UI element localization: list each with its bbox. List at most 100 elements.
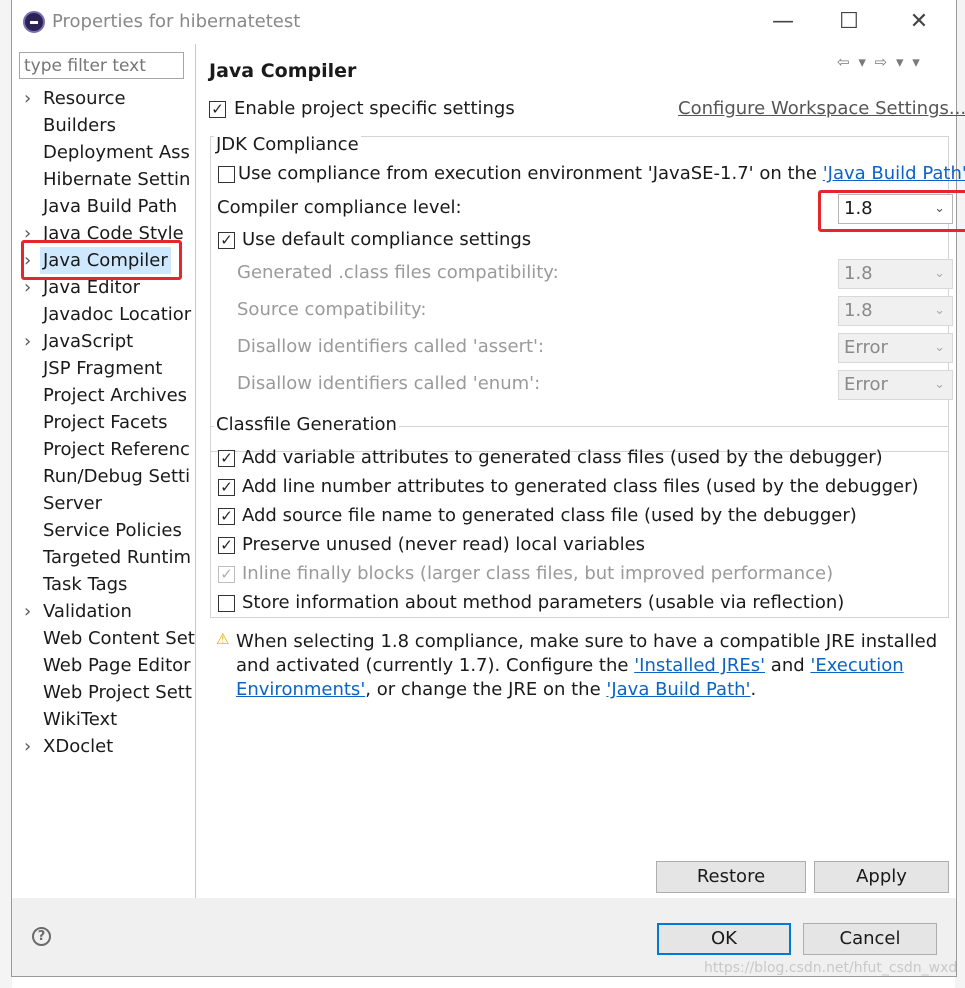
tree-item[interactable]: › JavaScript [12, 328, 195, 355]
chevron-right-icon[interactable]: › [24, 328, 31, 355]
tree-item[interactable]: Java Build Path [12, 193, 195, 220]
tree-item-label: JSP Fragment [43, 358, 163, 379]
tree-item[interactable]: Deployment Ass [12, 139, 195, 166]
enable-specific-label: Enable project specific settings [234, 98, 515, 119]
warning-text-2: and [765, 655, 811, 676]
forward-nav-icon[interactable]: ⇨ ▾ ▾ [875, 53, 922, 71]
restore-defaults-button[interactable]: Restore Defaults [656, 861, 806, 917]
classfile-option-checkbox[interactable]: ✓ [218, 508, 235, 525]
tree-item-label: Web Content Set [43, 628, 195, 649]
assert-select: Error ⌄ [838, 333, 953, 363]
java-build-path-link[interactable]: 'Java Build Path' [606, 679, 750, 700]
cancel-button[interactable]: Cancel [803, 923, 937, 955]
configure-workspace-link[interactable]: Configure Workspace Settings... [678, 98, 965, 119]
compliance-warning: When selecting 1.8 compliance, make sure… [236, 630, 956, 702]
tree-item-label: Server [43, 493, 103, 514]
use-env-text: Use compliance from execution environmen… [238, 163, 823, 184]
tree-item[interactable]: Task Tags [12, 571, 195, 598]
classfile-option-checkbox[interactable]: ✓ [218, 537, 235, 554]
tree-item-label: Run/Debug Setti [43, 466, 191, 487]
tree-item[interactable]: Project Facets [12, 409, 195, 436]
jdk-compliance-title: JDK Compliance [214, 134, 361, 155]
tree-item[interactable]: JSP Fragment [12, 355, 195, 382]
enable-specific-checkbox[interactable]: ✓ [209, 101, 226, 118]
classfile-option-label: Add line number attributes to generated … [242, 476, 919, 497]
classfile-option-label: Preserve unused (never read) local varia… [242, 534, 646, 555]
tree-item[interactable]: Server [12, 490, 195, 517]
tree-item[interactable]: Project Archives [12, 382, 195, 409]
tree-item-label: Resource [43, 88, 126, 109]
tree-item-label: Project Archives [43, 385, 188, 406]
tree-item[interactable]: Javadoc Locatior [12, 301, 195, 328]
use-env-checkbox[interactable] [218, 166, 235, 183]
chevron-down-icon: ⌄ [934, 303, 945, 318]
tree-item-label: Service Policies [43, 520, 182, 541]
source-compat-select: 1.8 ⌄ [838, 296, 953, 326]
tree-item-label: Javadoc Locatior [43, 304, 192, 325]
classfile-option-checkbox[interactable] [218, 595, 235, 612]
tree-item-label: WikiText [43, 709, 118, 730]
java-compiler-page: Java Compiler ⇦ ▾ ⇨ ▾ ▾ ✓ Enable project… [196, 44, 965, 917]
tree-item-label: Deployment Ass [43, 142, 190, 163]
tree-item[interactable]: Run/Debug Setti [12, 463, 195, 490]
ok-button[interactable]: OK [657, 923, 791, 955]
warning-text-3: , or change the JRE on the [365, 679, 607, 700]
tree-item-label: JavaScript [43, 331, 134, 352]
back-nav-icon[interactable]: ⇦ ▾ [837, 53, 868, 71]
tree-item-label: Java Build Path [43, 196, 178, 217]
java-build-path-link[interactable]: 'Java Build Path' [823, 163, 965, 184]
chevron-right-icon[interactable]: › [24, 733, 31, 760]
filter-input[interactable] [19, 52, 184, 79]
tree-item[interactable]: Hibernate Settin [12, 166, 195, 193]
minimize-button[interactable]: — [760, 6, 806, 38]
tree-item[interactable]: Web Project Sett [12, 679, 195, 706]
enum-value: Error [844, 374, 888, 395]
title-bar: Properties for hibernatetest — ☐ ✕ [12, 0, 956, 44]
watermark: https://blog.csdn.net/hfut_csdn_wxd [704, 960, 958, 976]
use-default-compliance-checkbox[interactable]: ✓ [218, 232, 235, 249]
tree-item[interactable]: Web Page Editor [12, 652, 195, 679]
tree-item[interactable]: › XDoclet [12, 733, 195, 760]
tree-item[interactable]: Targeted Runtim [12, 544, 195, 571]
tree-item[interactable]: Web Content Set [12, 625, 195, 652]
dialog-footer: ? OK Cancel https://blog.csdn.net/hfut_c… [12, 898, 958, 976]
classfile-option-label: Add source file name to generated class … [242, 505, 857, 526]
use-env-label: Use compliance from execution environmen… [238, 163, 965, 184]
chevron-down-icon: ⌄ [934, 266, 945, 281]
tree-item-label: Builders [43, 115, 117, 136]
category-pane: › Resource Builders Deployment Ass Hibernate… [12, 44, 195, 941]
tree-item-label: Web Page Editor [43, 655, 191, 676]
warning-text-4: . [750, 679, 757, 700]
enum-label: Disallow identifiers called 'enum': [237, 373, 541, 394]
maximize-button[interactable]: ☐ [826, 6, 872, 38]
tree-item[interactable]: Service Policies [12, 517, 195, 544]
tree-item-label: Validation [43, 601, 132, 622]
tree-item[interactable]: › Resource [12, 85, 195, 112]
chevron-down-icon: ⌄ [934, 340, 945, 355]
warning-icon: ⚠ [216, 630, 230, 648]
tree-item[interactable]: WikiText [12, 706, 195, 733]
tree-item-label: Web Project Sett [43, 682, 192, 703]
apply-button[interactable]: Apply [814, 861, 949, 893]
tree-item[interactable]: › Validation [12, 598, 195, 625]
classfile-option-checkbox: ✓ [218, 566, 235, 583]
history-nav[interactable]: ⇦ ▾ ⇨ ▾ ▾ [837, 53, 922, 71]
classfile-option-label: Add variable attributes to generated cla… [242, 447, 883, 468]
tree-item-label: Task Tags [43, 574, 128, 595]
tree-item[interactable]: Project Referenc [12, 436, 195, 463]
help-icon[interactable]: ? [32, 927, 51, 946]
chevron-right-icon[interactable]: › [24, 598, 31, 625]
close-button[interactable]: ✕ [896, 6, 942, 38]
classfile-option-checkbox[interactable]: ✓ [218, 450, 235, 467]
properties-dialog: Properties for hibernatetest — ☐ ✕ › Reso… [11, 0, 965, 977]
eclipse-icon [23, 11, 45, 33]
classfile-option-label: Store information about method parameter… [242, 592, 845, 613]
generated-compat-label: Generated .class files compatibility: [237, 262, 559, 283]
chevron-right-icon[interactable]: › [24, 85, 31, 112]
tree-item-label: Project Facets [43, 412, 168, 433]
chevron-down-icon: ⌄ [934, 377, 945, 392]
installed-jres-link[interactable]: 'Installed JREs' [634, 655, 765, 676]
classfile-option-checkbox[interactable]: ✓ [218, 479, 235, 496]
page-title: Java Compiler [209, 60, 357, 82]
tree-item[interactable]: Builders [12, 112, 195, 139]
